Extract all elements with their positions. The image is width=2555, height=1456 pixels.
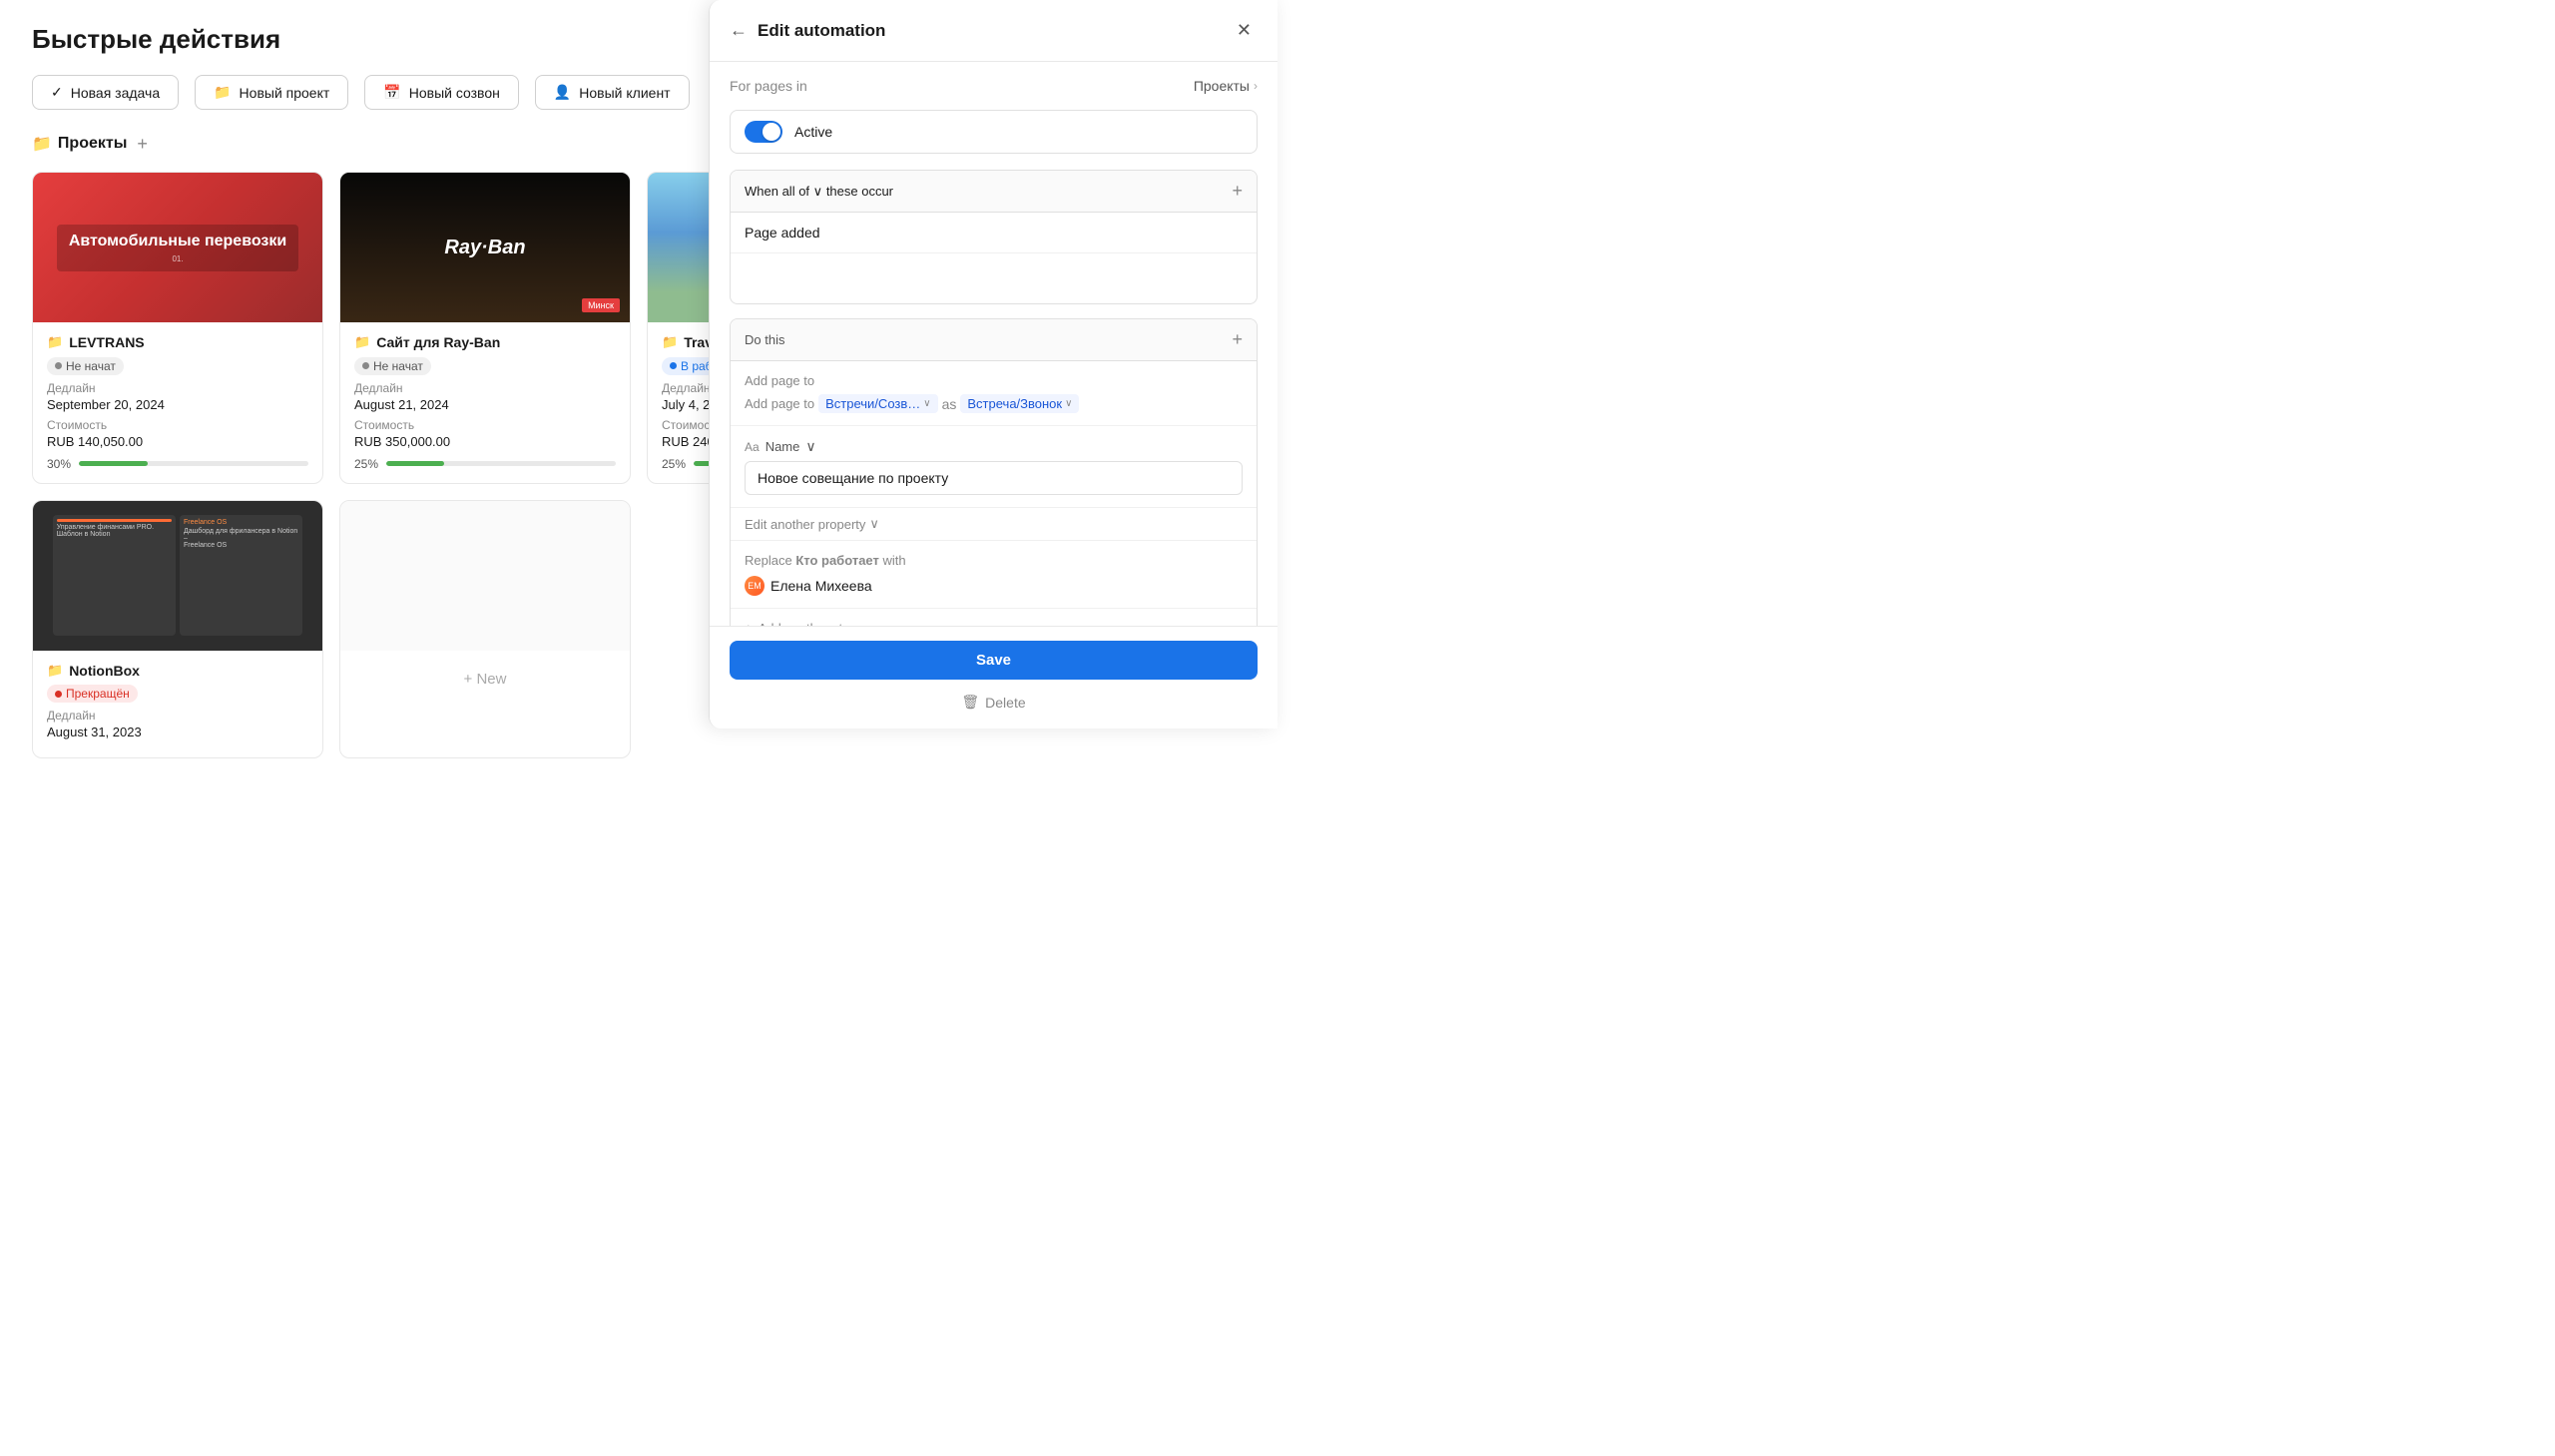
do-this-title: Do this (745, 332, 784, 347)
projects-section-title: 📁 Проекты (32, 134, 127, 154)
when-title: When all of ∨ these occur (745, 184, 893, 200)
chevron-down-icon[interactable]: ∨ (813, 184, 826, 199)
folder-icon: 📁 (214, 84, 231, 101)
chevron-down-icon: ∨ (805, 438, 815, 455)
chip-chevron-icon: ∨ (1065, 398, 1072, 409)
save-button[interactable]: Save (730, 641, 1258, 680)
add-page-target-chip[interactable]: Встречи/Созв… ∨ (818, 394, 937, 413)
add-step-button[interactable]: + (1232, 329, 1243, 350)
edit-another-property[interactable]: Edit another property ∨ (731, 508, 893, 540)
folder-icon: 📁 (47, 334, 63, 350)
chevron-right-icon: › (1254, 79, 1258, 93)
do-this-header: Do this + (731, 319, 1257, 361)
trash-icon: 🗑 (961, 694, 979, 711)
add-page-step: Add page to Add page to Встречи/Созв… ∨ … (731, 361, 1257, 426)
folder-icon: 📁 (32, 134, 52, 154)
for-pages-label: For pages in (730, 78, 807, 94)
panel-header: ← Edit automation ✕ (710, 0, 1278, 62)
active-label: Active (794, 124, 832, 140)
active-toggle[interactable] (745, 121, 782, 143)
when-header: When all of ∨ these occur + (731, 171, 1257, 213)
card-image-rayban: Ray·Ban Минск (340, 173, 630, 322)
for-pages-value[interactable]: Проекты › (1194, 78, 1258, 94)
for-pages-row: For pages in Проекты › (730, 78, 1258, 94)
when-section: When all of ∨ these occur + Page added (730, 170, 1258, 304)
close-button[interactable]: ✕ (1231, 18, 1258, 43)
name-chip[interactable]: ∨ (805, 438, 815, 455)
card-image-new (340, 501, 630, 651)
project-card-notionbox[interactable]: Управление финансами PRO. Шаблон в Notio… (32, 500, 323, 759)
chip-chevron-icon: ∨ (923, 398, 930, 409)
status-badge: Прекращён (47, 685, 138, 703)
new-task-button[interactable]: ✓ Новая задача (32, 75, 179, 110)
do-this-section: Do this + Add page to Add page to Встреч… (730, 318, 1258, 649)
panel-body: For pages in Проекты › Active When all o… (710, 62, 1278, 679)
new-call-button[interactable]: 📅 Новый созвон (364, 75, 519, 110)
user-icon: 👤 (554, 84, 571, 101)
active-row: Active (730, 110, 1258, 154)
card-image-levtrans: Автомобильные перевозки 01. (33, 173, 322, 322)
new-client-button[interactable]: 👤 Новый клиент (535, 75, 690, 110)
folder-icon: 📁 (354, 334, 370, 350)
status-badge: Не начат (47, 357, 124, 375)
empty-condition (731, 253, 1257, 303)
name-input[interactable]: Новое совещание по проекту (745, 461, 1243, 495)
person-name: Елена Михеева (770, 578, 872, 594)
project-card-levtrans[interactable]: Автомобильные перевозки 01. 📁 LEVTRANS Н… (32, 172, 323, 484)
panel-footer: Save 🗑 Delete (710, 626, 1278, 728)
folder-icon: 📁 (662, 334, 678, 350)
page-added-condition: Page added (731, 213, 1257, 253)
automation-panel: ← Edit automation ✕ For pages in Проекты… (709, 0, 1278, 728)
card-image-notionbox: Управление финансами PRO. Шаблон в Notio… (33, 501, 322, 651)
project-card-new[interactable]: + New (339, 500, 631, 759)
progress-row: 25% (354, 457, 616, 471)
chevron-down-icon: ∨ (869, 516, 879, 532)
name-property-step: Aa Name ∨ Новое совещание по проекту (731, 426, 1257, 508)
status-badge: Не начат (354, 357, 431, 375)
as-value-chip[interactable]: Встреча/Звонок ∨ (960, 394, 1079, 413)
delete-row[interactable]: 🗑 Delete (730, 690, 1258, 715)
add-project-button[interactable]: + (137, 135, 148, 153)
progress-row: 30% (47, 457, 308, 471)
text-icon: Aa (745, 440, 760, 454)
panel-title: Edit automation (758, 21, 1231, 41)
new-project-label[interactable]: + New (464, 671, 507, 688)
project-card-rayban[interactable]: Ray·Ban Минск 📁 Сайт для Ray-Ban Не нача… (339, 172, 631, 484)
calendar-icon: 📅 (383, 84, 400, 101)
folder-icon: 📁 (47, 663, 63, 679)
add-condition-button[interactable]: + (1232, 181, 1243, 202)
replace-section: Replace Кто работает with ЕМ Елена Михее… (731, 540, 1257, 608)
avatar: ЕМ (745, 576, 765, 596)
new-project-button[interactable]: 📁 Новый проект (195, 75, 348, 110)
check-icon: ✓ (51, 84, 63, 101)
back-button[interactable]: ← (730, 20, 748, 41)
